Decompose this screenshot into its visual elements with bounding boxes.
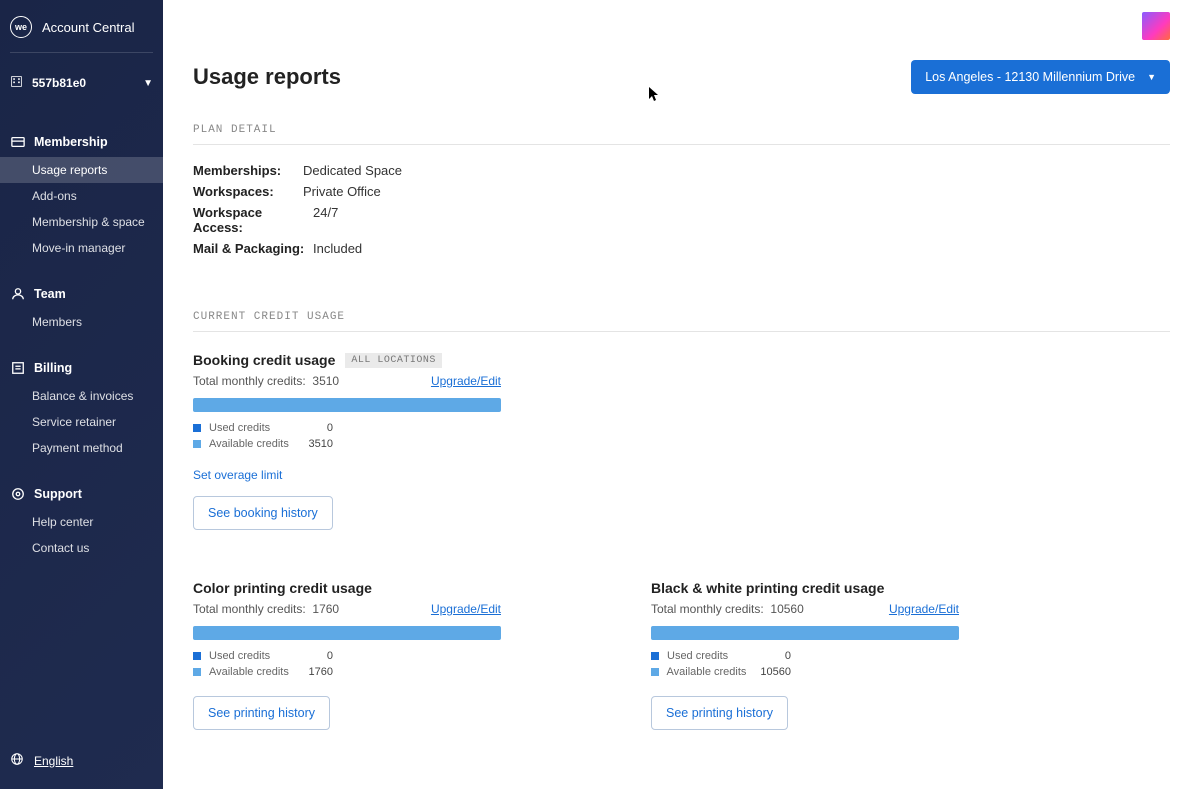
divider	[10, 52, 153, 53]
nav: Membership Usage reports Add-ons Members…	[0, 127, 163, 561]
color-avail-value: 1760	[309, 666, 333, 678]
bw-upgrade-link[interactable]: Upgrade/Edit	[889, 602, 959, 616]
language-selector[interactable]: English	[0, 736, 163, 789]
color-history-button[interactable]: See printing history	[193, 696, 330, 730]
plan-detail-grid: Memberships: Dedicated Space Workspaces:…	[193, 163, 1170, 256]
swatch-icon	[651, 652, 659, 660]
swatch-icon	[193, 668, 201, 676]
booking-total-value: 3510	[312, 374, 339, 388]
section-credit-usage: CURRENT CREDIT USAGE	[193, 311, 1170, 332]
badge-all-locations: ALL LOCATIONS	[345, 353, 442, 368]
sidebar-item-usage-reports[interactable]: Usage reports	[0, 157, 163, 183]
account-id: 557b81e0	[32, 76, 86, 90]
swatch-icon	[193, 424, 201, 432]
bw-history-button[interactable]: See printing history	[651, 696, 788, 730]
bw-print-card: Black & white printing credit usage Tota…	[651, 580, 959, 730]
language-label: English	[34, 754, 73, 768]
app-title: Account Central	[42, 20, 135, 35]
plan-workspaces-value: Private Office	[303, 184, 381, 199]
plan-access-label: Workspace Access:	[193, 205, 313, 235]
sidebar: we Account Central 557b81e0 ▼ Membership…	[0, 0, 163, 789]
color-total-value: 1760	[312, 602, 339, 616]
color-used-label: Used credits	[209, 650, 309, 662]
chevron-down-icon: ▼	[143, 78, 153, 89]
nav-group-membership[interactable]: Membership	[0, 127, 163, 157]
sidebar-item-movein[interactable]: Move-in manager	[0, 235, 163, 261]
swatch-icon	[193, 440, 201, 448]
location-dropdown[interactable]: Los Angeles - 12130 Millennium Drive ▼	[911, 60, 1170, 94]
booking-avail-value: 3510	[309, 438, 333, 450]
section-plan-detail: PLAN DETAIL	[193, 124, 1170, 145]
color-print-card: Color printing credit usage Total monthl…	[193, 580, 501, 730]
membership-icon	[10, 135, 26, 149]
sidebar-item-payment[interactable]: Payment method	[0, 435, 163, 461]
color-used-value: 0	[327, 650, 333, 662]
booking-history-button[interactable]: See booking history	[193, 496, 333, 530]
plan-memberships-value: Dedicated Space	[303, 163, 402, 178]
bw-total-label: Total monthly credits:	[651, 602, 764, 616]
booking-avail-label: Available credits	[209, 438, 309, 450]
main-content: Usage reports Los Angeles - 12130 Millen…	[163, 0, 1200, 789]
nav-group-team[interactable]: Team	[0, 279, 163, 309]
swatch-icon	[193, 652, 201, 660]
team-icon	[10, 287, 26, 301]
plan-mail-label: Mail & Packaging:	[193, 241, 313, 256]
color-upgrade-link[interactable]: Upgrade/Edit	[431, 602, 501, 616]
building-icon	[10, 75, 24, 91]
chevron-down-icon: ▼	[1147, 72, 1156, 82]
account-selector[interactable]: 557b81e0 ▼	[0, 67, 163, 99]
logo-icon: we	[10, 16, 32, 38]
sidebar-item-balance[interactable]: Balance & invoices	[0, 383, 163, 409]
plan-memberships-label: Memberships:	[193, 163, 303, 178]
plan-mail-value: Included	[313, 241, 362, 256]
bw-used-value: 0	[785, 650, 791, 662]
sidebar-item-membership-space[interactable]: Membership & space	[0, 209, 163, 235]
plan-workspaces-label: Workspaces:	[193, 184, 303, 199]
bw-avail-value: 10560	[760, 666, 791, 678]
booking-usage-card: Booking credit usage ALL LOCATIONS Total…	[193, 352, 501, 530]
sidebar-item-addons[interactable]: Add-ons	[0, 183, 163, 209]
booking-total-label: Total monthly credits:	[193, 374, 306, 388]
sidebar-item-help[interactable]: Help center	[0, 509, 163, 535]
bw-total-value: 10560	[770, 602, 803, 616]
color-total-label: Total monthly credits:	[193, 602, 306, 616]
decorative-gradient	[1142, 12, 1170, 40]
sidebar-item-retainer[interactable]: Service retainer	[0, 409, 163, 435]
nav-group-billing[interactable]: Billing	[0, 353, 163, 383]
location-selected: Los Angeles - 12130 Millennium Drive	[925, 70, 1135, 84]
plan-access-value: 24/7	[313, 205, 338, 235]
bw-avail-label: Available credits	[667, 666, 761, 678]
color-progress-bar	[193, 626, 501, 640]
bw-progress-bar	[651, 626, 959, 640]
page-title: Usage reports	[193, 64, 341, 90]
bw-used-label: Used credits	[667, 650, 767, 662]
booking-used-value: 0	[327, 422, 333, 434]
color-avail-label: Available credits	[209, 666, 309, 678]
globe-icon	[10, 752, 24, 769]
booking-progress-bar	[193, 398, 501, 412]
nav-group-support[interactable]: Support	[0, 479, 163, 509]
sidebar-item-members[interactable]: Members	[0, 309, 163, 335]
swatch-icon	[651, 668, 659, 676]
sidebar-item-contact[interactable]: Contact us	[0, 535, 163, 561]
support-icon	[10, 487, 26, 501]
bw-print-title: Black & white printing credit usage	[651, 580, 959, 596]
set-overage-link[interactable]: Set overage limit	[193, 468, 282, 482]
billing-icon	[10, 361, 26, 375]
booking-upgrade-link[interactable]: Upgrade/Edit	[431, 374, 501, 388]
booking-used-label: Used credits	[209, 422, 309, 434]
booking-title: Booking credit usage	[193, 352, 335, 368]
color-print-title: Color printing credit usage	[193, 580, 501, 596]
sidebar-header: we Account Central	[0, 10, 163, 52]
